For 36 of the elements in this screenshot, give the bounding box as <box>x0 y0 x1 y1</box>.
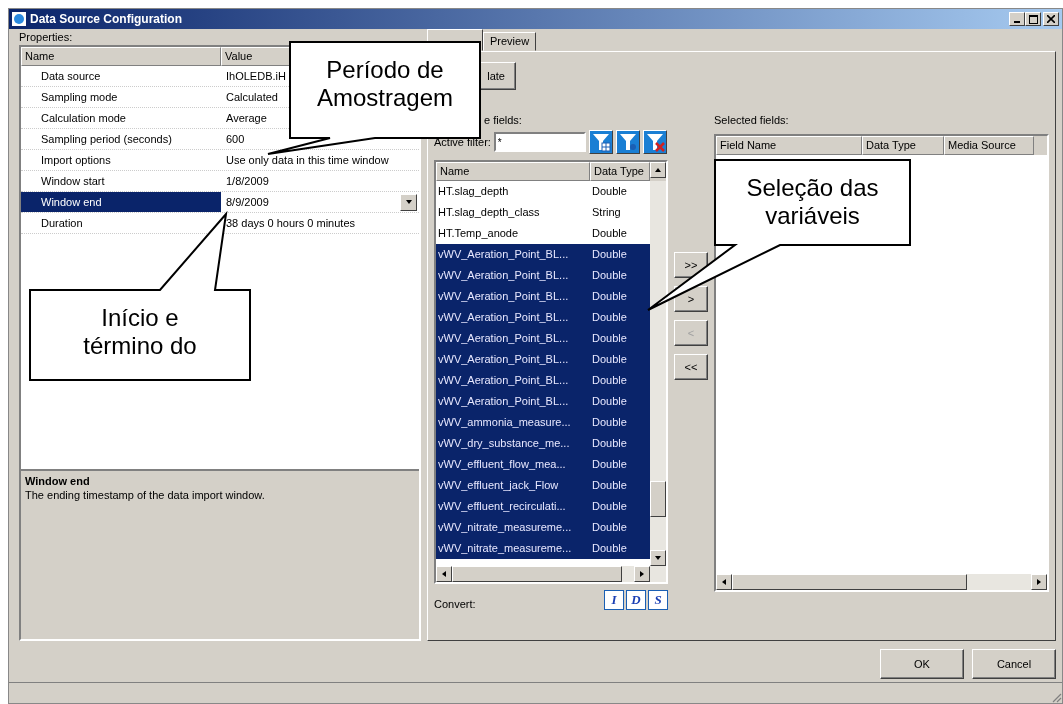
field-type: Double <box>592 541 627 556</box>
field-type: Double <box>592 226 627 241</box>
field-type: Double <box>592 394 627 409</box>
field-type: Double <box>592 499 627 514</box>
window-title: Data Source Configuration <box>30 12 183 26</box>
property-value: 1/8/2009 <box>226 175 269 187</box>
available-fields-label: e fields: <box>483 113 523 128</box>
selected-fields-label: Selected fields: <box>714 113 790 128</box>
field-type: Double <box>592 247 627 262</box>
description-text: The ending timestamp of the data import window. <box>25 489 266 501</box>
field-type: Double <box>592 310 627 325</box>
field-type: Double <box>592 268 627 283</box>
field-type: Double <box>592 520 627 535</box>
description-title: Window end <box>25 475 91 487</box>
field-type: Double <box>592 289 627 304</box>
properties-label: Properties: <box>19 30 74 45</box>
field-type: Double <box>592 352 627 367</box>
callout-text: Início e término do <box>83 304 197 360</box>
property-value: 8/9/2009 <box>226 196 269 208</box>
property-value: Average <box>226 112 267 124</box>
convert-label: Convert: <box>434 598 476 610</box>
field-type: Double <box>592 184 627 199</box>
field-type: Double <box>592 331 627 346</box>
field-type: Double <box>592 373 627 388</box>
field-type: Double <box>592 415 627 430</box>
property-value: Use only data in this time window <box>226 154 389 166</box>
field-type: Double <box>592 457 627 472</box>
field-type: Double <box>592 436 627 451</box>
field-type: String <box>592 205 621 220</box>
property-value: 600 <box>226 133 245 145</box>
callout-text: Seleção das variáveis <box>746 174 879 230</box>
property-value: IhOLEDB.iH <box>226 70 286 82</box>
property-value: 38 days 0 hours 0 minutes <box>226 217 356 229</box>
field-type: Double <box>592 478 627 493</box>
property-value: Calculated <box>226 91 278 103</box>
callout-text: Período de Amostragem <box>316 56 453 112</box>
